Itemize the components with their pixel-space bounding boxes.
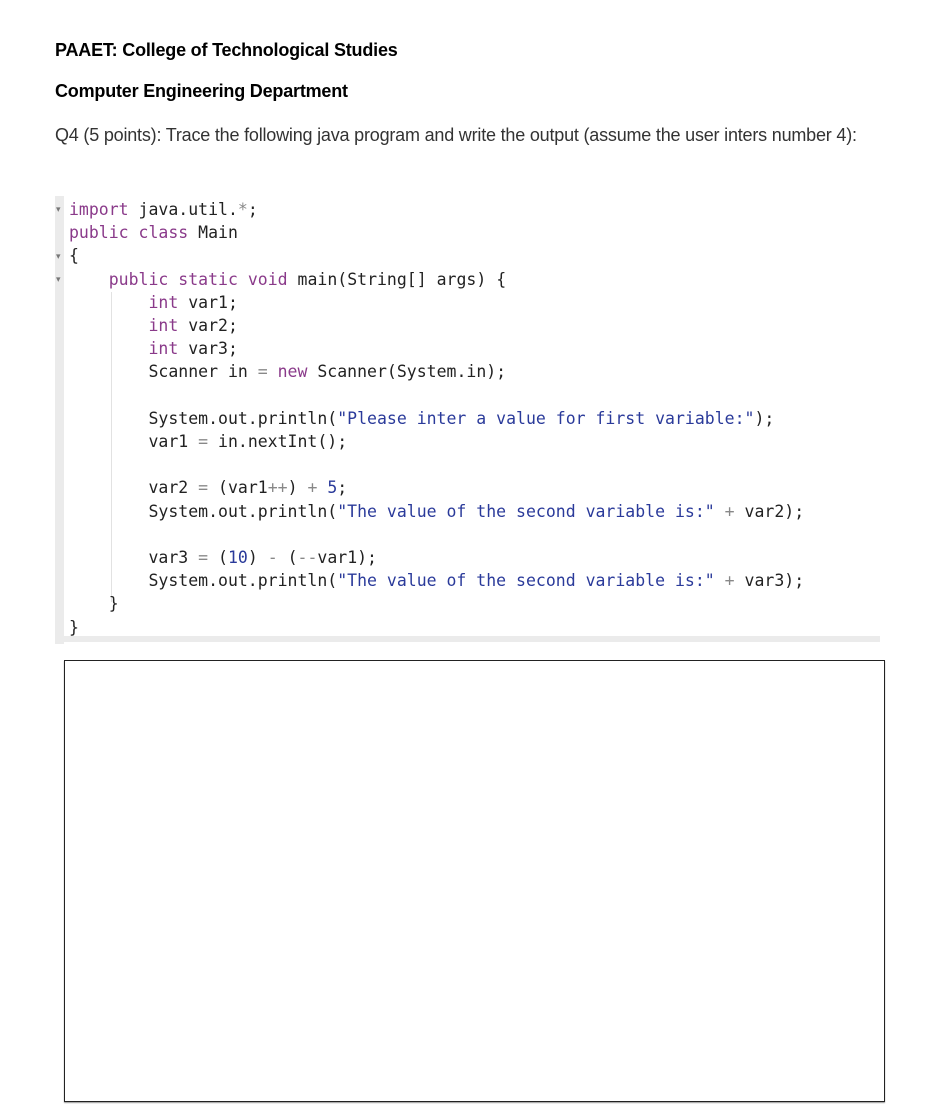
code-line: public class Main [69,223,238,243]
code-line: import java.util.*; [69,200,258,219]
code-line: int var2; [148,316,238,335]
code-line: System.out.println("Please inter a value… [69,408,775,428]
code-line: { [69,246,79,266]
code-line: int var3; [148,339,238,359]
horizontal-scrollbar[interactable] [55,636,880,642]
code-block: ▾ ▾ ▾ import java.util.*; public class Ma… [55,196,880,644]
code-line: int var1; [148,292,238,312]
question-text: Q4 (5 points): Trace the following java … [55,125,857,145]
code-gutter [55,196,64,644]
department-heading: Computer Engineering Department [55,81,348,101]
code-line: } [69,594,119,614]
code-line: System.out.println("The value of the sec… [69,571,805,591]
code-line: public static void main(String[] args) { [108,269,507,289]
fold-arrow-icon[interactable]: ▾ [56,204,61,214]
code-line: var2 = (var1++) + 5; [69,478,348,498]
code-line: System.out.println("The value of the sec… [69,501,805,521]
code-line: var1 = in.nextInt(); [69,432,348,451]
answer-box[interactable] [64,660,885,1102]
institution-heading: PAAET: College of Technological Studies [55,40,398,60]
fold-arrow-icon[interactable]: ▾ [56,274,61,284]
fold-arrow-icon[interactable]: ▾ [56,251,61,261]
code-line: Scanner in = new Scanner(System.in); [69,362,507,382]
code-line: var3 = (10) - (--var1); [69,548,377,567]
